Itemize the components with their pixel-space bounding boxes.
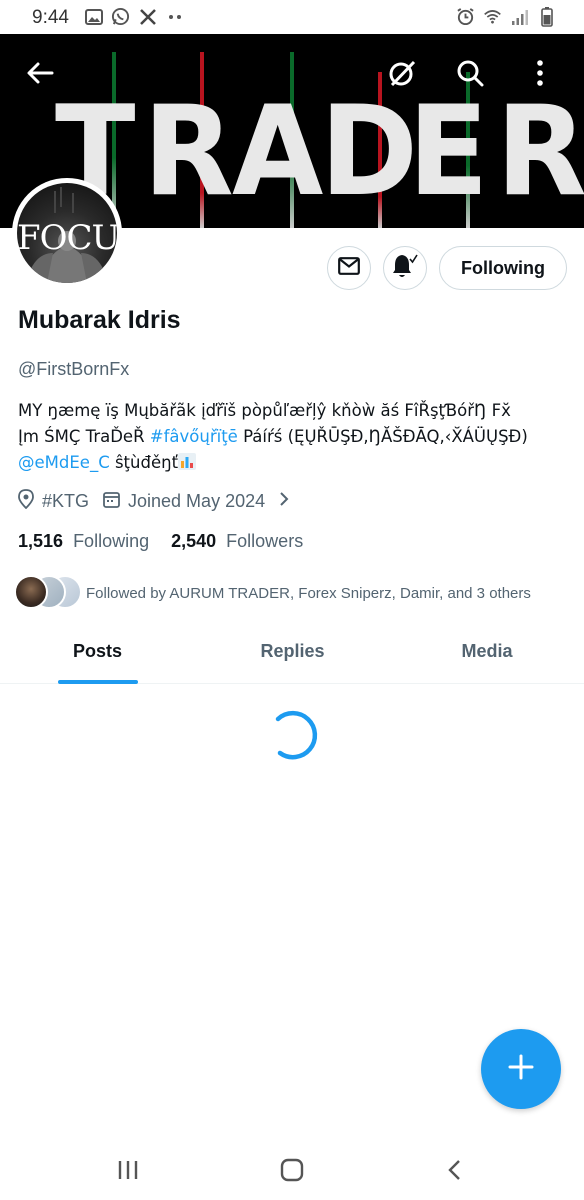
gallery-icon xyxy=(84,7,103,26)
bell-check-icon xyxy=(391,253,419,284)
bio-hashtag-link[interactable]: #fâvőųřïţē xyxy=(150,427,238,446)
banner-letter: R xyxy=(143,78,234,224)
follow-stats: 1,516 Following 2,540 Followers xyxy=(18,531,303,552)
home-icon[interactable] xyxy=(262,1148,322,1192)
following-label: Following xyxy=(73,531,150,551)
bio-text: Įm ŚMÇ TraĎeŘ xyxy=(18,427,150,446)
following-stat[interactable]: 1,516 Following xyxy=(18,531,149,552)
bar-chart-emoji-icon xyxy=(178,452,197,470)
recents-icon[interactable] xyxy=(98,1148,158,1192)
more-vertical-icon[interactable] xyxy=(519,52,561,94)
profile-tabs: Posts Replies Media xyxy=(0,620,584,684)
joined-item: Joined May 2024 xyxy=(103,491,265,513)
banner-letter: E xyxy=(408,78,489,224)
joined-text: Joined May 2024 xyxy=(128,491,266,511)
wifi-icon xyxy=(483,7,502,26)
banner-letter: A xyxy=(232,78,324,224)
banner-letter: R xyxy=(496,78,584,224)
chevron-right-icon[interactable] xyxy=(279,491,289,512)
following-count: 1,516 xyxy=(18,531,64,551)
tab-posts[interactable]: Posts xyxy=(0,620,195,684)
avatar[interactable]: FOCUS xyxy=(12,178,122,288)
android-navigation-bar xyxy=(0,1140,584,1200)
alarm-icon xyxy=(456,7,475,26)
mail-icon xyxy=(338,256,360,280)
followers-stat[interactable]: 2,540 Followers xyxy=(171,531,303,552)
x-icon xyxy=(138,7,157,26)
profile-handle: @FirstBornFx xyxy=(18,359,130,379)
grok-icon[interactable] xyxy=(381,52,423,94)
profile-name: Mubarak Idris xyxy=(18,306,181,334)
search-icon[interactable] xyxy=(449,52,491,94)
avatar-logo-text: FOCUS xyxy=(17,218,117,258)
back-icon[interactable] xyxy=(424,1148,484,1192)
status-bar: 9:44 xyxy=(0,0,584,34)
bio-text: Páíŕś (ĘŲŘŪŞĐ,ŊĂŠĐĀQ,‹X̆ÁÜŲŞĐ) xyxy=(237,427,528,446)
location-text[interactable]: #KTG xyxy=(42,491,89,512)
whatsapp-icon xyxy=(111,7,130,26)
followers-count: 2,540 xyxy=(171,531,217,551)
calendar-icon xyxy=(103,491,120,513)
message-button[interactable] xyxy=(327,246,371,290)
tab-replies[interactable]: Replies xyxy=(195,620,390,683)
signal-icon xyxy=(510,7,529,26)
followed-by-text: Followed by AURUM TRADER, Forex Sniperz,… xyxy=(86,584,531,602)
profile-meta: #KTG Joined May 2024 xyxy=(18,489,289,514)
tab-label: Posts xyxy=(72,641,123,661)
location-item: #KTG xyxy=(18,489,89,514)
profile-bio: MY ŋæmę ïş Mųbăřãk įďřïš pòpůľæřļŷ kňòẁ … xyxy=(18,398,568,476)
tab-label: Media xyxy=(461,641,513,661)
active-tab-indicator xyxy=(57,680,138,684)
notifications-button[interactable] xyxy=(383,246,427,290)
plus-icon xyxy=(508,1054,534,1085)
loading-spinner-icon xyxy=(266,707,322,763)
bio-mention-link[interactable]: @eMdEe_C xyxy=(18,453,110,472)
tab-media[interactable]: Media xyxy=(390,620,584,683)
bio-line: Įm ŚMÇ TraĎeŘ #fâvőųřïţē Páíŕś (ĘŲŘŪŞĐ,Ŋ… xyxy=(18,424,568,450)
bio-line: @eMdEe_C ŝţùđěŋť xyxy=(18,450,568,476)
location-pin-icon xyxy=(18,489,34,514)
back-arrow-icon[interactable] xyxy=(19,52,61,94)
status-time: 9:44 xyxy=(32,7,69,28)
battery-icon xyxy=(537,6,556,27)
more-dots-icon xyxy=(165,7,184,26)
following-button[interactable]: Following xyxy=(439,246,567,290)
followers-label: Followers xyxy=(226,531,304,551)
banner-letter: D xyxy=(320,78,418,224)
bio-text: ŝţùđěŋť xyxy=(109,453,179,472)
followed-by[interactable]: Followed by AURUM TRADER, Forex Sniperz,… xyxy=(14,575,531,611)
compose-post-button[interactable] xyxy=(481,1029,561,1109)
tab-label: Replies xyxy=(260,641,325,661)
follower-avatar xyxy=(14,575,48,609)
bio-line: MY ŋæmę ïş Mųbăřãk įďřïš pòpůľæřļŷ kňòẁ … xyxy=(18,401,511,420)
